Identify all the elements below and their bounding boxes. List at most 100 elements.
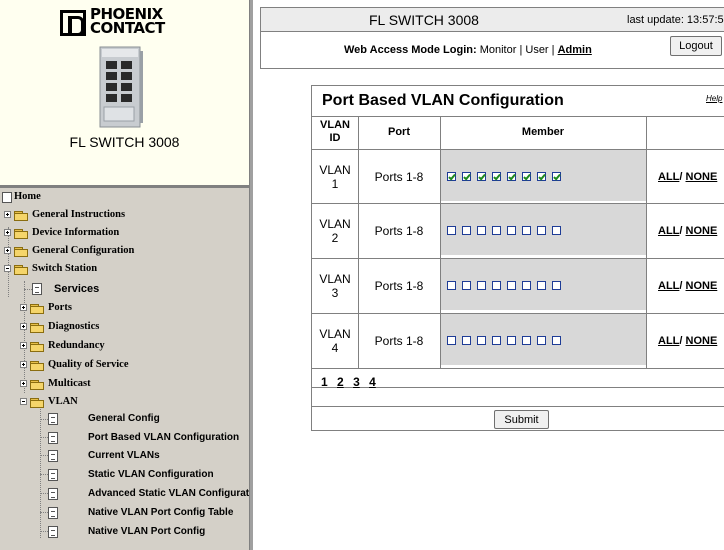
tree-label[interactable]: Redundancy [48,338,105,354]
member-checkbox-port-8[interactable] [552,172,561,181]
member-checkbox-port-1[interactable] [447,281,456,290]
tree-label[interactable]: Ports [48,300,72,316]
submit-button[interactable]: Submit [494,410,549,429]
tree-label[interactable]: Advanced Static VLAN Configurat [88,486,249,502]
tree-label[interactable]: Device Information [32,225,119,241]
tree-label[interactable]: Diagnostics [48,319,99,335]
page-link-4[interactable]: 4 [369,375,376,389]
vlan-number: 1 [331,177,339,191]
member-checkbox-port-3[interactable] [477,226,486,235]
tree-label[interactable]: Current VLANs [88,448,160,464]
frame-divider[interactable] [249,0,253,550]
member-checkbox-port-2[interactable] [462,281,471,290]
tree-label[interactable]: General Configuration [32,243,134,259]
tree-label[interactable]: Native VLAN Port Config Table [88,505,233,521]
tree-label[interactable]: Native VLAN Port Config [88,524,205,540]
page-link-2[interactable]: 2 [337,375,344,389]
device-name: FL SWITCH 3008 [69,134,180,150]
member-checkbox-port-3[interactable] [477,336,486,345]
tree-label[interactable]: Port Based VLAN Configuration [88,430,239,446]
member-checkbox-port-6[interactable] [522,336,531,345]
vlan-id-cell: VLAN 4 [312,327,358,355]
expand-icon[interactable] [20,342,27,349]
member-checkbox-port-1[interactable] [447,336,456,345]
help-link[interactable]: Help [706,94,722,103]
member-checkbox-port-5[interactable] [507,226,516,235]
member-checkbox-port-7[interactable] [537,281,546,290]
tree-label[interactable]: General Instructions [32,207,125,223]
member-checkbox-port-7[interactable] [537,336,546,345]
member-checkbox-port-2[interactable] [462,226,471,235]
slash: / [679,335,683,347]
collapse-icon[interactable] [4,265,11,272]
expand-icon[interactable] [4,211,11,218]
vlan-number: 4 [331,341,339,355]
all-link[interactable]: ALL [658,280,679,292]
expand-icon[interactable] [20,380,27,387]
document-icon [48,526,58,538]
none-link[interactable]: NONE [686,225,718,237]
logout-button[interactable]: Logout [670,36,722,56]
tree-label[interactable]: VLAN [48,394,78,410]
member-checkbox-port-5[interactable] [507,336,516,345]
panel-title: Port Based VLAN Configuration [322,92,564,109]
none-link[interactable]: NONE [686,171,718,183]
tree-label[interactable]: Services [54,281,99,297]
expand-icon[interactable] [20,323,27,330]
member-checkbox-port-6[interactable] [522,172,531,181]
page-link-3[interactable]: 3 [353,375,360,389]
tree-label-home[interactable]: Home [14,189,41,205]
member-checkbox-port-4[interactable] [492,336,501,345]
folder-icon [14,211,29,221]
vlan-id-cell: VLAN 1 [312,163,358,191]
tree-label[interactable]: Static VLAN Configuration [88,467,214,483]
expand-icon[interactable] [20,304,27,311]
member-checkbox-port-8[interactable] [552,281,561,290]
page-link-1[interactable]: 1 [321,375,328,389]
select-all-none: ALL/ NONE [658,335,717,347]
member-checkbox-port-8[interactable] [552,226,561,235]
header-text: ID [329,132,341,144]
none-link[interactable]: NONE [686,335,718,347]
member-checkbox-port-5[interactable] [507,172,516,181]
member-checkbox-port-2[interactable] [462,172,471,181]
all-link[interactable]: ALL [658,225,679,237]
member-checkbox-port-1[interactable] [447,226,456,235]
tree-label[interactable]: Switch Station [32,261,97,277]
all-link[interactable]: ALL [658,171,679,183]
expand-icon[interactable] [4,247,11,254]
none-link[interactable]: NONE [686,280,718,292]
document-icon [48,469,58,481]
tree-label[interactable]: Quality of Service [48,357,128,373]
tree-label[interactable]: General Config [88,411,160,427]
member-checkbox-port-6[interactable] [522,226,531,235]
mode-admin-link[interactable]: Admin [558,44,592,56]
member-checkbox-port-6[interactable] [522,281,531,290]
member-checkbox-port-4[interactable] [492,226,501,235]
slash: / [679,171,683,183]
tree-label[interactable]: Multicast [48,376,91,392]
expand-icon[interactable] [4,229,11,236]
title-bar: FL SWITCH 3008 last update: 13:57:56 [261,8,724,32]
member-checkbox-port-8[interactable] [552,336,561,345]
member-checkbox-port-4[interactable] [492,281,501,290]
folder-icon [14,229,29,239]
member-checkbox-port-7[interactable] [537,172,546,181]
member-checkbox-port-3[interactable] [477,172,486,181]
page-title: FL SWITCH 3008 [369,12,479,28]
member-checkbox-port-7[interactable] [537,226,546,235]
folder-icon [30,380,45,390]
member-checkbox-port-3[interactable] [477,281,486,290]
document-icon [48,507,58,519]
vlan-config-panel: Port Based VLAN Configuration Help VLAN … [311,85,724,431]
expand-icon[interactable] [20,361,27,368]
vlan-id-cell: VLAN 2 [312,217,358,245]
all-link[interactable]: ALL [658,335,679,347]
member-checkbox-port-1[interactable] [447,172,456,181]
member-checkbox-port-5[interactable] [507,281,516,290]
select-all-none: ALL/ NONE [658,171,717,183]
collapse-icon[interactable] [20,398,27,405]
member-checkbox-port-2[interactable] [462,336,471,345]
switch-device-image [99,46,143,128]
member-checkbox-port-4[interactable] [492,172,501,181]
